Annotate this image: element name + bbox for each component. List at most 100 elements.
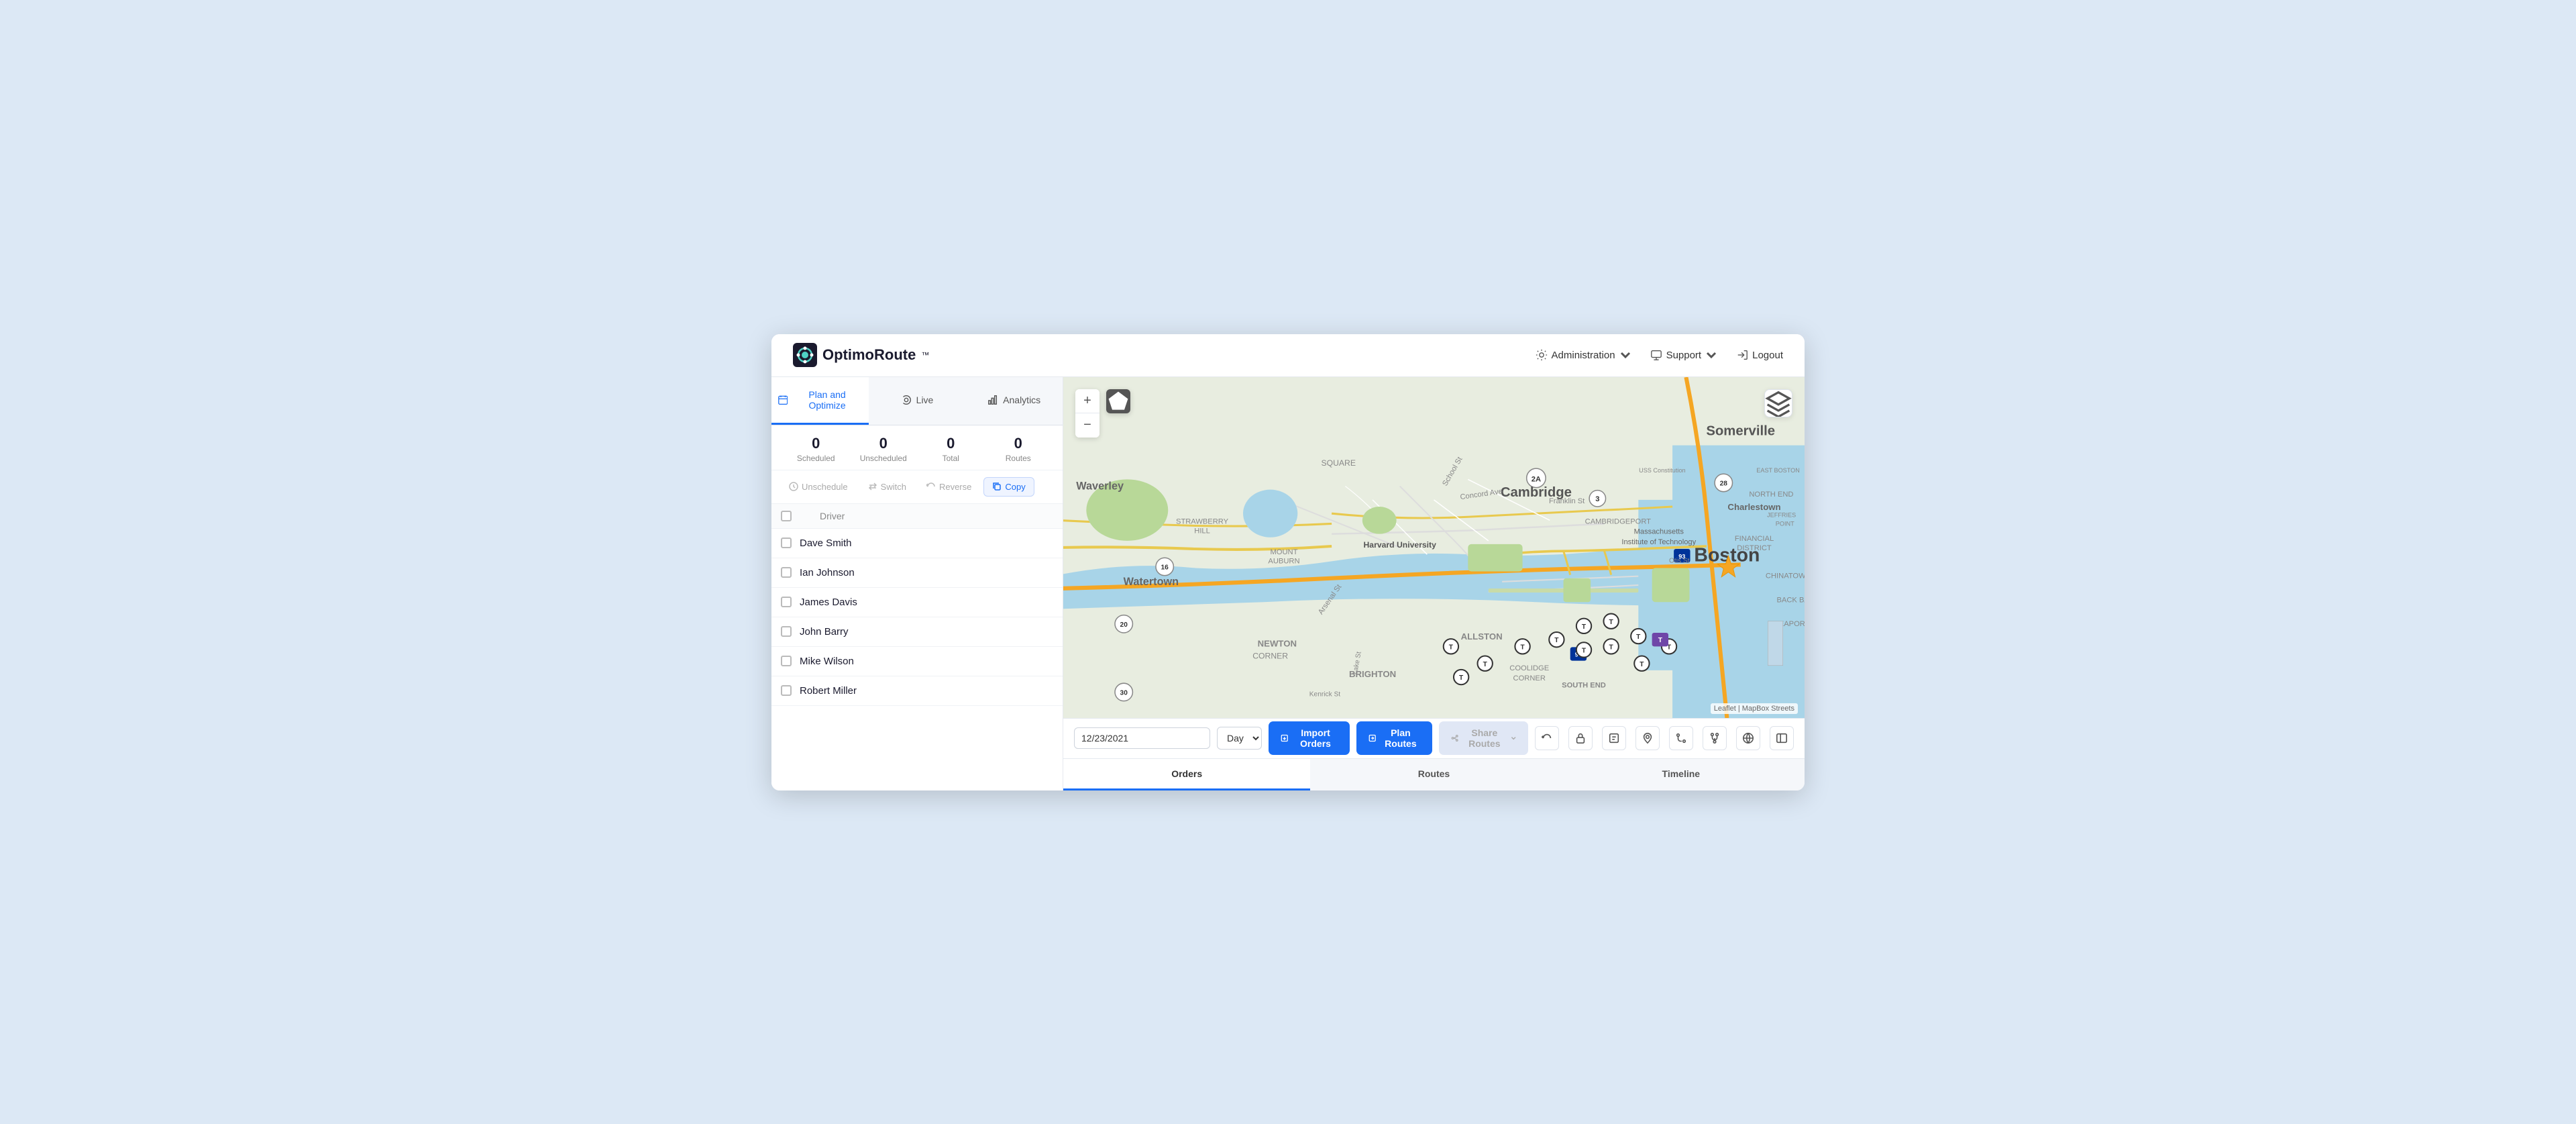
plan-routes-icon	[1368, 733, 1376, 744]
administration-button[interactable]: Administration	[1536, 349, 1631, 361]
plan-routes-label: Plan Routes	[1381, 727, 1420, 749]
svg-text:Kenrick St: Kenrick St	[1309, 691, 1340, 698]
reverse-button[interactable]: Reverse	[918, 478, 979, 496]
live-icon	[901, 395, 912, 405]
tab-analytics[interactable]: Analytics	[965, 377, 1063, 425]
tab-timeline[interactable]: Timeline	[1558, 759, 1805, 790]
driver-column-header: Driver	[820, 511, 845, 521]
logout-label: Logout	[1752, 350, 1783, 361]
svg-text:CHINATOWN: CHINATOWN	[1766, 572, 1805, 580]
nav-tabs: Plan and Optimize Live Analytics	[771, 377, 1063, 425]
globe-button[interactable]	[1736, 726, 1760, 750]
copy-button[interactable]: Copy	[983, 477, 1034, 497]
tab-timeline-label: Timeline	[1662, 768, 1701, 779]
list-item[interactable]: Ian Johnson	[771, 558, 1063, 588]
header-right: Administration Support	[1536, 349, 1783, 361]
switch-button[interactable]: Switch	[860, 478, 914, 496]
note-button[interactable]	[1602, 726, 1626, 750]
reverse-icon	[926, 482, 936, 491]
globe-icon	[1742, 732, 1754, 744]
list-item[interactable]: Robert Miller	[771, 676, 1063, 706]
plan-routes-button[interactable]: Plan Routes	[1356, 721, 1432, 755]
svg-text:SQUARE: SQUARE	[1322, 458, 1356, 468]
panel-button[interactable]	[1770, 726, 1794, 750]
list-item[interactable]: John Barry	[771, 617, 1063, 647]
toolbar: Unschedule Switch Reverse	[771, 470, 1063, 504]
svg-text:NORTH END: NORTH END	[1749, 490, 1793, 498]
tab-plan-label: Plan and Optimize	[792, 389, 861, 411]
date-input[interactable]	[1074, 727, 1210, 749]
list-item[interactable]: Dave Smith	[771, 529, 1063, 558]
svg-text:30: 30	[1120, 689, 1128, 697]
map-selection-tool[interactable]	[1106, 389, 1130, 413]
day-select[interactable]: Day	[1217, 727, 1262, 750]
right-panel: 2A 3 28 16 20 93	[1063, 377, 1805, 790]
svg-text:Watertown: Watertown	[1124, 575, 1179, 587]
driver-checkbox-dave[interactable]	[781, 538, 792, 548]
tab-live[interactable]: Live	[869, 377, 966, 425]
import-orders-button[interactable]: Import Orders	[1269, 721, 1350, 755]
stat-routes-label: Routes	[985, 454, 1053, 463]
fork-button[interactable]	[1703, 726, 1727, 750]
chevron-down-icon-support	[1705, 349, 1717, 361]
svg-text:T: T	[1636, 633, 1641, 641]
svg-text:EAST BOSTON: EAST BOSTON	[1756, 467, 1800, 474]
panel-icon	[1776, 732, 1788, 744]
refresh-button[interactable]	[1535, 726, 1559, 750]
stat-unscheduled-label: Unscheduled	[850, 454, 918, 463]
app-window: OptimoRoute™ Administration Support	[771, 334, 1805, 790]
location-button[interactable]	[1635, 726, 1660, 750]
share-routes-button[interactable]: Share Routes	[1439, 721, 1528, 755]
pentagon-icon	[1106, 389, 1130, 413]
driver-checkbox-mike[interactable]	[781, 656, 792, 666]
svg-text:Charlestown: Charlestown	[1727, 502, 1780, 512]
tab-live-label: Live	[916, 395, 934, 405]
lock-button[interactable]	[1568, 726, 1593, 750]
list-item[interactable]: Mike Wilson	[771, 647, 1063, 676]
svg-text:T: T	[1582, 623, 1587, 630]
svg-text:CORNER: CORNER	[1252, 651, 1288, 660]
svg-text:Otis St: Otis St	[1669, 557, 1690, 564]
select-all-checkbox[interactable]	[781, 511, 792, 521]
switch-icon	[868, 482, 877, 491]
svg-text:CORNER: CORNER	[1513, 674, 1546, 682]
list-item[interactable]: James Davis	[771, 588, 1063, 617]
driver-name: Mike Wilson	[800, 656, 854, 667]
logout-button[interactable]: Logout	[1736, 349, 1783, 361]
app-trademark: ™	[921, 350, 929, 360]
driver-checkbox-john[interactable]	[781, 626, 792, 637]
zoom-in-button[interactable]: +	[1075, 389, 1099, 413]
bottom-tabs: Orders Routes Timeline	[1063, 758, 1805, 790]
chevron-down-icon	[1619, 349, 1631, 361]
logo: OptimoRoute™	[793, 343, 929, 367]
tab-orders[interactable]: Orders	[1063, 759, 1310, 790]
zoom-out-button[interactable]: −	[1075, 413, 1099, 438]
import-orders-label: Import Orders	[1293, 727, 1338, 749]
calendar-icon	[778, 395, 788, 405]
svg-text:T: T	[1609, 644, 1614, 651]
note-icon	[1608, 732, 1620, 744]
lock-icon	[1574, 732, 1587, 744]
location-icon	[1642, 732, 1654, 744]
svg-text:BACK BAY: BACK BAY	[1776, 596, 1805, 604]
svg-text:MOUNT: MOUNT	[1271, 548, 1298, 556]
route-icon	[1675, 732, 1687, 744]
route-button[interactable]	[1669, 726, 1693, 750]
svg-text:3: 3	[1595, 495, 1599, 503]
stat-total: 0 Total	[917, 435, 985, 463]
driver-name: James Davis	[800, 597, 857, 608]
driver-name: Dave Smith	[800, 538, 852, 549]
tab-plan-and-optimize[interactable]: Plan and Optimize	[771, 377, 869, 425]
tab-routes[interactable]: Routes	[1310, 759, 1557, 790]
svg-text:28: 28	[1720, 480, 1728, 487]
svg-text:Massachusetts: Massachusetts	[1634, 527, 1684, 535]
map-layers-button[interactable]	[1764, 389, 1792, 417]
unschedule-button[interactable]: Unschedule	[781, 478, 856, 496]
driver-checkbox-robert[interactable]	[781, 685, 792, 696]
support-button[interactable]: Support	[1650, 349, 1718, 361]
svg-text:FINANCIAL: FINANCIAL	[1735, 534, 1774, 542]
driver-checkbox-ian[interactable]	[781, 567, 792, 578]
driver-checkbox-james[interactable]	[781, 597, 792, 607]
svg-text:T: T	[1449, 644, 1454, 651]
import-icon	[1281, 733, 1288, 744]
